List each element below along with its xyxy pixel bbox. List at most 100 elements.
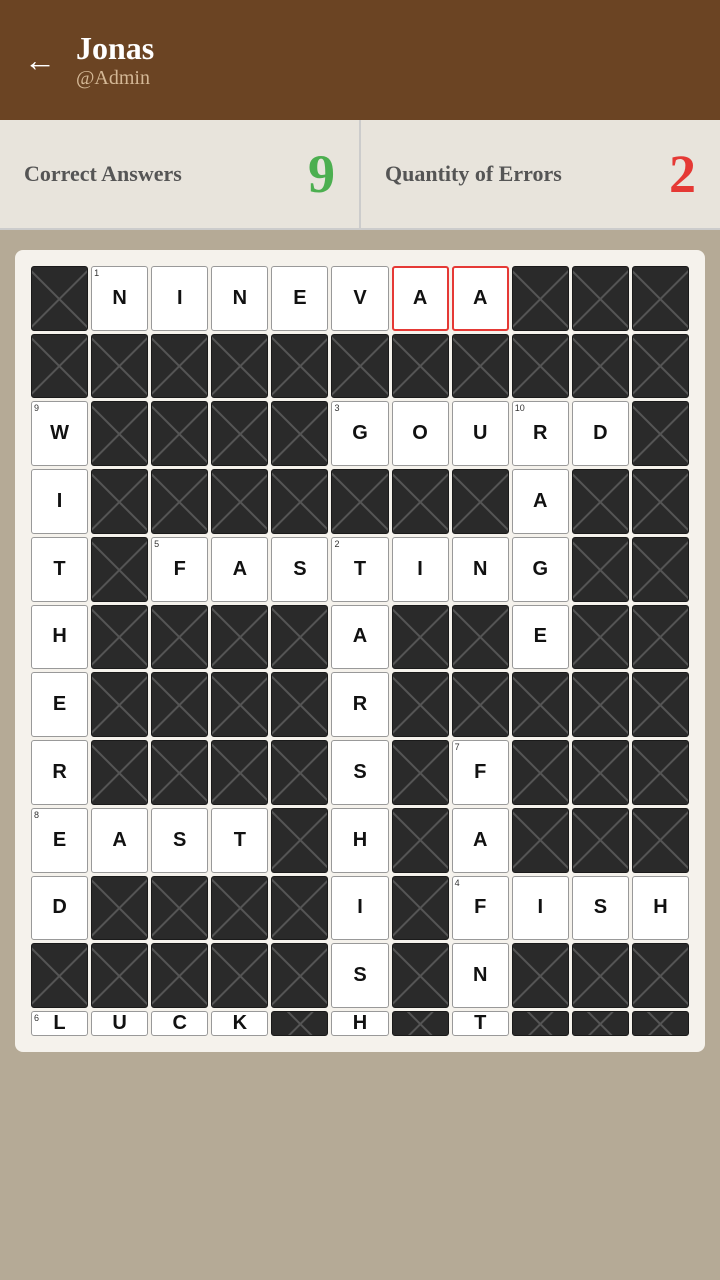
grid-cell[interactable]: I <box>31 469 88 534</box>
grid-cell[interactable]: U <box>91 1011 148 1036</box>
grid-cell[interactable]: 4F <box>452 876 509 941</box>
grid-cell[interactable] <box>512 266 569 331</box>
grid-cell[interactable] <box>211 672 268 737</box>
grid-cell[interactable] <box>211 334 268 399</box>
grid-cell[interactable]: I <box>512 876 569 941</box>
grid-cell[interactable]: V <box>331 266 388 331</box>
grid-cell[interactable] <box>271 808 328 873</box>
grid-cell[interactable]: D <box>31 876 88 941</box>
grid-cell[interactable] <box>211 469 268 534</box>
grid-cell[interactable] <box>151 943 208 1008</box>
grid-cell[interactable] <box>91 605 148 670</box>
grid-cell[interactable] <box>271 334 328 399</box>
grid-cell[interactable] <box>392 672 449 737</box>
grid-cell[interactable]: 3G <box>331 401 388 466</box>
grid-cell[interactable] <box>392 1011 449 1036</box>
grid-cell[interactable]: H <box>632 876 689 941</box>
grid-cell[interactable]: A <box>392 266 449 331</box>
grid-cell[interactable] <box>211 943 268 1008</box>
grid-cell[interactable] <box>91 876 148 941</box>
grid-cell[interactable]: 10R <box>512 401 569 466</box>
grid-cell[interactable]: A <box>91 808 148 873</box>
grid-cell[interactable]: R <box>31 740 88 805</box>
grid-cell[interactable] <box>512 672 569 737</box>
grid-cell[interactable]: S <box>331 943 388 1008</box>
grid-cell[interactable]: O <box>392 401 449 466</box>
grid-cell[interactable] <box>572 943 629 1008</box>
grid-cell[interactable]: 7F <box>452 740 509 805</box>
grid-cell[interactable]: A <box>211 537 268 602</box>
grid-cell[interactable]: C <box>151 1011 208 1036</box>
grid-cell[interactable]: T <box>452 1011 509 1036</box>
grid-cell[interactable]: S <box>271 537 328 602</box>
grid-cell[interactable] <box>271 672 328 737</box>
grid-cell[interactable] <box>392 876 449 941</box>
grid-cell[interactable] <box>452 672 509 737</box>
grid-cell[interactable]: A <box>452 808 509 873</box>
grid-cell[interactable] <box>392 740 449 805</box>
grid-cell[interactable] <box>31 266 88 331</box>
grid-cell[interactable] <box>512 943 569 1008</box>
grid-cell[interactable] <box>512 334 569 399</box>
grid-cell[interactable] <box>632 943 689 1008</box>
grid-cell[interactable] <box>632 1011 689 1036</box>
grid-cell[interactable] <box>151 469 208 534</box>
grid-cell[interactable] <box>31 334 88 399</box>
grid-cell[interactable]: G <box>512 537 569 602</box>
grid-cell[interactable] <box>211 605 268 670</box>
grid-cell[interactable] <box>211 740 268 805</box>
grid-cell[interactable] <box>211 876 268 941</box>
grid-cell[interactable] <box>271 469 328 534</box>
grid-cell[interactable] <box>572 808 629 873</box>
grid-cell[interactable]: E <box>512 605 569 670</box>
grid-cell[interactable] <box>572 334 629 399</box>
grid-cell[interactable]: I <box>331 876 388 941</box>
grid-cell[interactable] <box>91 469 148 534</box>
grid-cell[interactable]: E <box>271 266 328 331</box>
grid-cell[interactable]: E <box>31 672 88 737</box>
grid-cell[interactable] <box>331 469 388 534</box>
grid-cell[interactable] <box>392 808 449 873</box>
grid-cell[interactable] <box>572 1011 629 1036</box>
grid-cell[interactable] <box>572 672 629 737</box>
grid-cell[interactable] <box>271 401 328 466</box>
grid-cell[interactable]: H <box>31 605 88 670</box>
grid-cell[interactable] <box>392 334 449 399</box>
grid-cell[interactable] <box>392 943 449 1008</box>
grid-cell[interactable] <box>211 401 268 466</box>
grid-cell[interactable]: I <box>151 266 208 331</box>
grid-cell[interactable]: D <box>572 401 629 466</box>
grid-cell[interactable]: H <box>331 808 388 873</box>
back-button[interactable]: ← <box>24 44 56 76</box>
grid-cell[interactable] <box>392 469 449 534</box>
grid-cell[interactable] <box>632 469 689 534</box>
grid-cell[interactable] <box>271 876 328 941</box>
grid-cell[interactable] <box>512 1011 569 1036</box>
grid-cell[interactable] <box>632 605 689 670</box>
grid-cell[interactable] <box>151 876 208 941</box>
grid-cell[interactable] <box>512 740 569 805</box>
grid-cell[interactable] <box>572 605 629 670</box>
grid-cell[interactable] <box>572 537 629 602</box>
grid-cell[interactable] <box>512 808 569 873</box>
grid-cell[interactable] <box>392 605 449 670</box>
grid-cell[interactable]: 9W <box>31 401 88 466</box>
grid-cell[interactable] <box>31 943 88 1008</box>
grid-cell[interactable]: 5F <box>151 537 208 602</box>
grid-cell[interactable] <box>151 605 208 670</box>
grid-cell[interactable]: 8E <box>31 808 88 873</box>
grid-cell[interactable] <box>632 808 689 873</box>
grid-cell[interactable] <box>151 740 208 805</box>
grid-cell[interactable]: N <box>452 537 509 602</box>
grid-cell[interactable] <box>91 672 148 737</box>
grid-cell[interactable]: K <box>211 1011 268 1036</box>
grid-cell[interactable] <box>271 740 328 805</box>
grid-cell[interactable]: H <box>331 1011 388 1036</box>
grid-cell[interactable]: T <box>211 808 268 873</box>
grid-cell[interactable]: R <box>331 672 388 737</box>
grid-cell[interactable]: 6L <box>31 1011 88 1036</box>
grid-cell[interactable] <box>632 401 689 466</box>
grid-cell[interactable] <box>331 334 388 399</box>
grid-cell[interactable]: A <box>512 469 569 534</box>
grid-cell[interactable] <box>632 334 689 399</box>
